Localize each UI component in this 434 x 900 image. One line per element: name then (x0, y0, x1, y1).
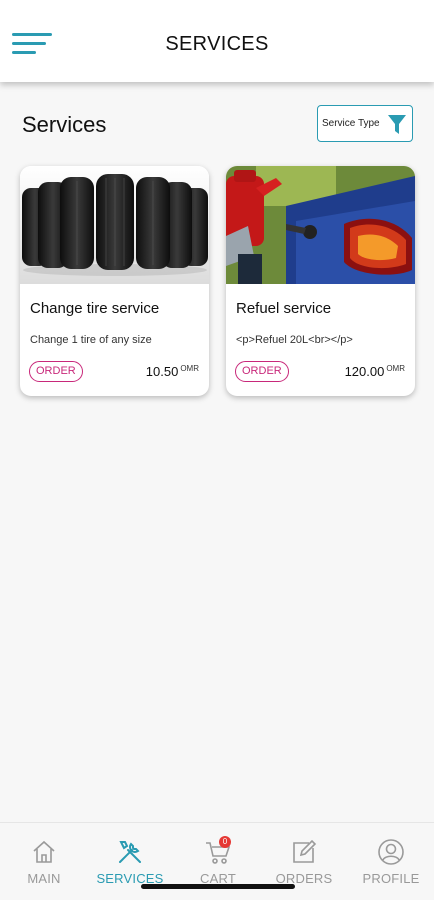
user-icon (376, 837, 406, 867)
nav-label: MAIN (27, 871, 61, 886)
service-card-refuel[interactable]: Refuel service <p>Refuel 20L<br></p> ORD… (226, 166, 415, 396)
nav-item-main[interactable]: MAIN (1, 837, 87, 889)
service-card-change-tire[interactable]: Change tire service Change 1 tire of any… (20, 166, 209, 396)
service-price: 10.50 OMR (146, 364, 199, 379)
order-button[interactable]: ORDER (235, 361, 289, 382)
home-icon (29, 837, 59, 867)
app-screen: SERVICES Services Service Type Change ti… (0, 0, 434, 900)
service-description: Change 1 tire of any size (30, 334, 152, 346)
price-value: 120.00 (344, 364, 385, 379)
nav-item-services[interactable]: SERVICES (87, 837, 173, 889)
order-button[interactable]: ORDER (29, 361, 83, 382)
cart-count-badge: 0 (219, 836, 231, 848)
price-currency: OMR (386, 364, 405, 373)
service-price: 120.00 OMR (345, 364, 405, 379)
home-indicator (141, 884, 295, 889)
price-value: 10.50 (145, 364, 179, 379)
service-name: Refuel service (236, 300, 332, 317)
filter-icon (388, 115, 406, 134)
top-app-bar: SERVICES (0, 0, 434, 82)
page-title: Services (22, 112, 107, 137)
service-name: Change tire service (30, 300, 160, 317)
nav-item-cart[interactable]: 0 CART (175, 836, 261, 889)
nav-item-profile[interactable]: PROFILE (348, 837, 434, 889)
price-currency: OMR (180, 364, 199, 373)
edit-icon (289, 837, 319, 867)
filter-label: Service Type (322, 118, 380, 129)
tires-image (20, 166, 209, 284)
service-type-filter-button[interactable]: Service Type (317, 105, 413, 142)
nav-item-orders[interactable]: ORDERS (261, 837, 347, 889)
service-description: <p>Refuel 20L<br></p> (236, 334, 353, 346)
tools-icon (115, 837, 145, 867)
refuel-image (226, 166, 415, 284)
header-title: SERVICES (165, 33, 269, 55)
nav-label: PROFILE (362, 871, 420, 886)
services-content: Services Service Type Change tire servic… (0, 82, 434, 822)
